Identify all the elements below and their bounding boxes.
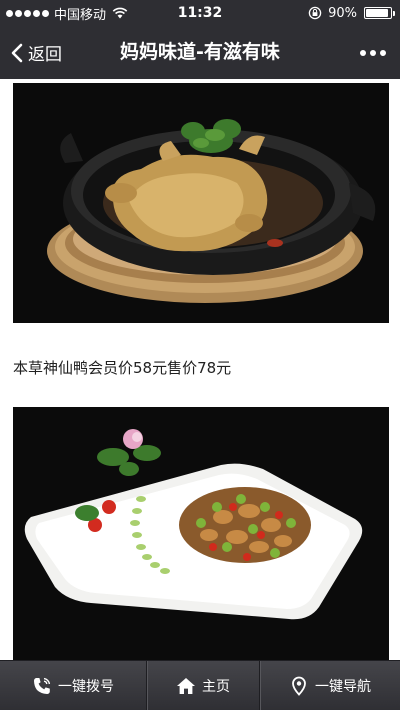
wifi-icon — [112, 7, 128, 19]
navigation-bar: 返回 妈妈味道-有滋有味 — [0, 26, 400, 79]
duck-dish-illustration — [13, 83, 389, 323]
chevron-left-icon — [11, 43, 23, 62]
battery-icon — [364, 7, 395, 19]
battery-level — [366, 9, 388, 17]
one-click-navigate-button[interactable]: 一键导航 — [259, 661, 400, 710]
more-dot — [380, 49, 386, 56]
battery-percent: 90% — [328, 5, 357, 21]
stir-fry-illustration — [13, 407, 389, 660]
carrier-name: 中国移动 — [54, 7, 107, 23]
home-icon — [177, 677, 195, 694]
call-label: 一键拨号 — [58, 678, 114, 695]
status-left: 中国移动 — [6, 0, 128, 26]
more-options-button[interactable] — [360, 26, 386, 79]
status-bar: 中国移动 11:32 90% — [0, 0, 400, 26]
navigate-label: 一键导航 — [315, 678, 371, 695]
more-dot — [370, 49, 376, 56]
home-button[interactable]: 主页 — [146, 661, 259, 710]
bottom-toolbar: 一键拨号 主页 一键导航 — [0, 660, 400, 710]
home-label: 主页 — [202, 678, 230, 695]
location-pin-icon — [292, 676, 306, 696]
signal-strength-icon — [6, 9, 49, 17]
one-click-call-button[interactable]: 一键拨号 — [0, 661, 146, 710]
rotation-lock-icon — [308, 6, 322, 20]
phone-icon — [34, 677, 51, 694]
article-content[interactable]: 本草神仙鸭会员价58元售价78元 — [0, 79, 400, 660]
status-right: 90% — [308, 0, 395, 26]
back-label: 返回 — [28, 45, 62, 65]
dish-caption: 本草神仙鸭会员价58元售价78元 — [13, 359, 232, 377]
stir-fried-dish-on-white-plate-photo — [13, 407, 389, 660]
duck-in-clay-pot-photo — [13, 83, 389, 323]
back-button[interactable]: 返回 — [10, 26, 62, 79]
more-dots-icon — [360, 49, 366, 56]
